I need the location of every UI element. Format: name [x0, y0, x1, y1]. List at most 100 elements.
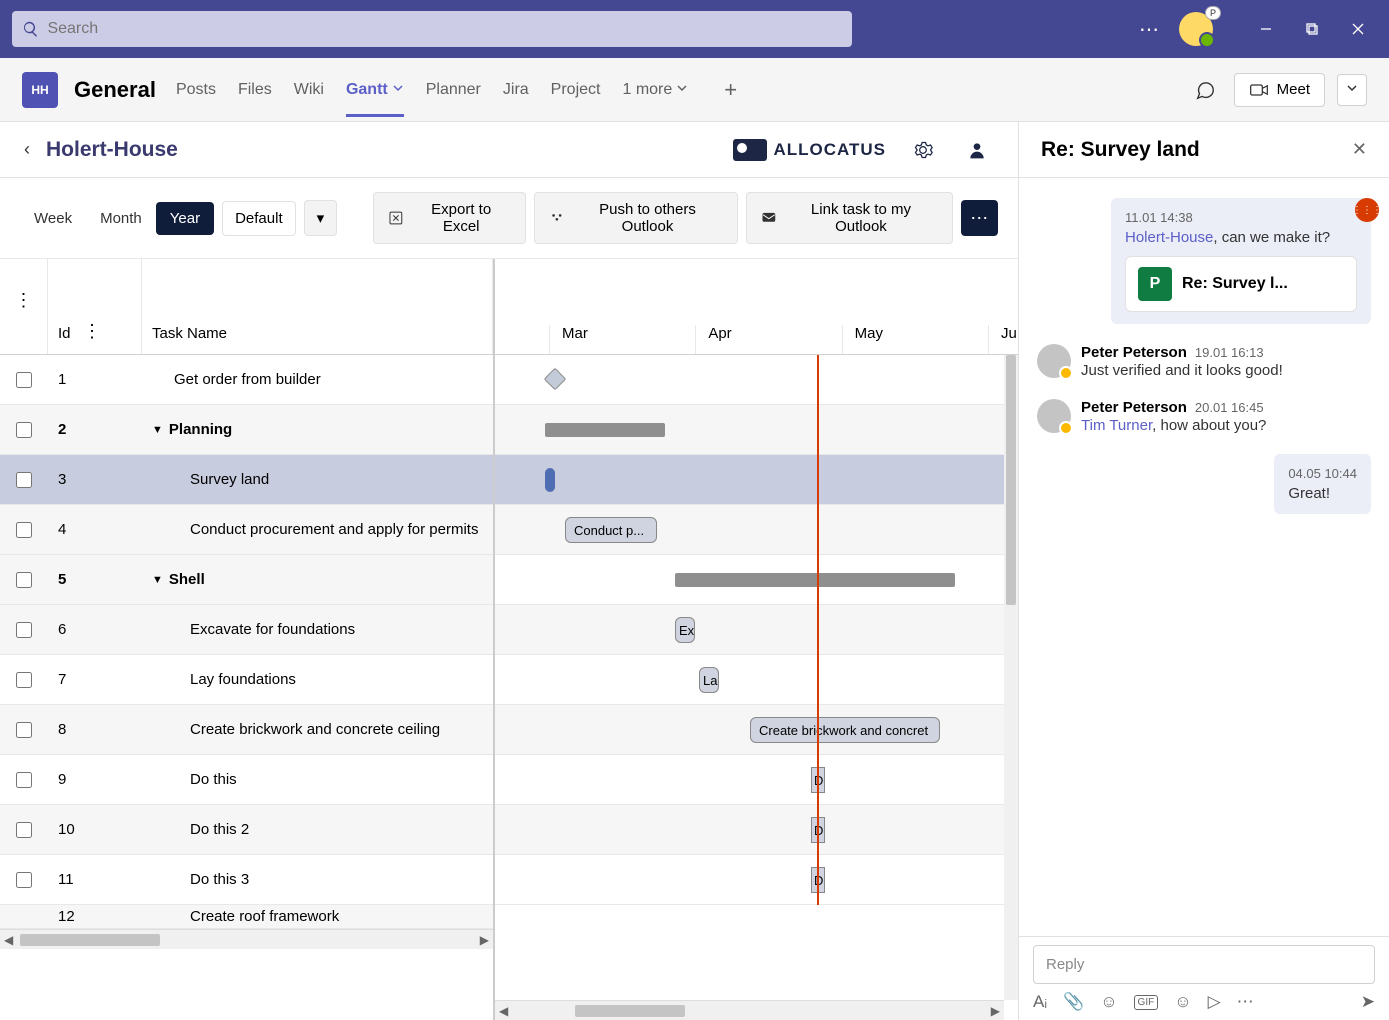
send-icon[interactable]: ➤: [1361, 992, 1375, 1012]
collapse-icon[interactable]: ▼: [152, 424, 163, 436]
table-row[interactable]: 7Lay foundations: [0, 655, 493, 705]
table-row[interactable]: 1Get order from builder: [0, 355, 493, 405]
meet-button[interactable]: Meet: [1234, 73, 1325, 107]
table-row[interactable]: 3Survey land: [0, 455, 493, 505]
chat-message: Peter Peterson20.01 16:45 Tim Turner, ho…: [1037, 399, 1371, 434]
row-checkbox[interactable]: [16, 872, 32, 888]
table-row[interactable]: 8Create brickwork and concrete ceiling: [0, 705, 493, 755]
close-icon[interactable]: ✕: [1352, 139, 1367, 160]
mail-link-icon: [761, 210, 777, 226]
gantt-task-bar[interactable]: Ex: [675, 617, 695, 643]
col-task-name: Task Name: [142, 259, 493, 354]
user-icon[interactable]: [960, 133, 994, 167]
more-icon[interactable]: ⋯: [1237, 992, 1254, 1012]
gantt-task-bar[interactable]: [545, 468, 555, 492]
reply-input[interactable]: Reply: [1033, 945, 1375, 984]
gif-icon[interactable]: GIF: [1134, 995, 1159, 1010]
tab-posts[interactable]: Posts: [176, 63, 216, 117]
tab-files[interactable]: Files: [238, 63, 272, 117]
task-list: ⋮ Id ⋮ Task Name 1Get order from builder…: [0, 259, 495, 1020]
row-checkbox[interactable]: [16, 772, 32, 788]
row-checkbox[interactable]: [16, 822, 32, 838]
view-week[interactable]: Week: [20, 202, 86, 235]
gantt-task-bar[interactable]: Conduct p...: [565, 517, 657, 543]
id-menu-icon[interactable]: ⋮: [83, 321, 101, 342]
row-checkbox[interactable]: [16, 422, 32, 438]
row-checkbox[interactable]: [16, 722, 32, 738]
gantt-breadcrumb[interactable]: Holert-House: [46, 138, 178, 162]
project-icon: P: [1138, 267, 1172, 301]
tab-gantt[interactable]: Gantt: [346, 63, 404, 117]
today-line: [817, 355, 819, 905]
table-row[interactable]: 10Do this 2: [0, 805, 493, 855]
video-icon: [1249, 80, 1269, 100]
gantt-group-bar[interactable]: [675, 573, 955, 587]
table-row[interactable]: 11Do this 3: [0, 855, 493, 905]
avatar-badge: P: [1205, 6, 1221, 20]
row-checkbox[interactable]: [16, 672, 32, 688]
toolbar-more[interactable]: ⋯: [961, 200, 998, 236]
message-avatar[interactable]: [1037, 399, 1071, 433]
default-select[interactable]: Default: [222, 201, 296, 236]
gantt-task-bar[interactable]: Create brickwork and concret: [750, 717, 940, 743]
gantt-group-bar[interactable]: [545, 423, 665, 437]
excel-icon: [388, 210, 404, 226]
check-menu-icon[interactable]: ⋮: [15, 290, 33, 311]
row-checkbox[interactable]: [16, 622, 32, 638]
message-card[interactable]: P Re: Survey l...: [1125, 256, 1357, 312]
row-checkbox[interactable]: [16, 522, 32, 538]
message-avatar[interactable]: [1037, 344, 1071, 378]
settings-icon[interactable]: [906, 133, 940, 167]
table-row[interactable]: 9Do this: [0, 755, 493, 805]
search-input[interactable]: [47, 20, 842, 38]
stream-icon[interactable]: ▷: [1208, 992, 1221, 1012]
chat-icon[interactable]: [1188, 73, 1222, 107]
table-row[interactable]: 12Create roof framework: [0, 905, 493, 929]
view-month[interactable]: Month: [86, 202, 156, 235]
search-box[interactable]: [12, 11, 852, 47]
back-button[interactable]: ‹: [24, 139, 30, 160]
search-icon: [22, 20, 39, 38]
view-year[interactable]: Year: [156, 202, 214, 235]
maximize-button[interactable]: [1289, 9, 1335, 49]
add-tab-button[interactable]: +: [724, 77, 737, 103]
group-icon: [549, 210, 565, 226]
gantt-panel: ‹ Holert-House ALLOCATUS Week Month Year…: [0, 122, 1019, 1020]
default-dropdown[interactable]: ▾: [304, 200, 338, 236]
export-excel-button[interactable]: Export to Excel: [373, 192, 526, 244]
meet-dropdown[interactable]: [1337, 74, 1367, 106]
gantt-task-bar[interactable]: La: [699, 667, 719, 693]
minimize-button[interactable]: [1243, 9, 1289, 49]
table-row[interactable]: 5▼Shell: [0, 555, 493, 605]
tab-jira[interactable]: Jira: [503, 63, 529, 117]
timeline-vscroll[interactable]: [1004, 355, 1018, 1000]
table-row[interactable]: 6Excavate for foundations: [0, 605, 493, 655]
row-checkbox[interactable]: [16, 372, 32, 388]
mention-link[interactable]: Holert-House: [1125, 229, 1213, 246]
user-avatar[interactable]: P: [1179, 12, 1213, 46]
row-checkbox[interactable]: [16, 572, 32, 588]
tab-more[interactable]: 1 more: [622, 63, 688, 117]
collapse-icon[interactable]: ▼: [152, 574, 163, 586]
message-author: Peter Peterson: [1081, 399, 1187, 416]
mention-link[interactable]: Tim Turner: [1081, 417, 1152, 434]
attach-icon[interactable]: 📎: [1063, 992, 1084, 1012]
row-checkbox[interactable]: [16, 472, 32, 488]
tab-project[interactable]: Project: [551, 63, 601, 117]
format-icon[interactable]: Aᵢ: [1033, 992, 1047, 1012]
emoji-icon[interactable]: ☺: [1100, 992, 1117, 1012]
gantt-milestone[interactable]: [544, 368, 567, 391]
tab-planner[interactable]: Planner: [426, 63, 481, 117]
title-more-icon[interactable]: ⋯: [1139, 17, 1159, 42]
table-row[interactable]: 2▼Planning: [0, 405, 493, 455]
sticker-icon[interactable]: ☺: [1174, 992, 1191, 1012]
table-row[interactable]: 4Conduct procurement and apply for permi…: [0, 505, 493, 555]
link-outlook-button[interactable]: Link task to my Outlook: [746, 192, 953, 244]
channel-name[interactable]: General: [74, 77, 156, 103]
push-outlook-button[interactable]: Push to others Outlook: [534, 192, 738, 244]
month-col: May: [842, 325, 988, 354]
tab-wiki[interactable]: Wiki: [294, 63, 324, 117]
close-button[interactable]: [1335, 9, 1381, 49]
timeline-hscroll[interactable]: ◀▶: [495, 1000, 1004, 1020]
task-hscroll[interactable]: ◀▶: [0, 929, 493, 949]
